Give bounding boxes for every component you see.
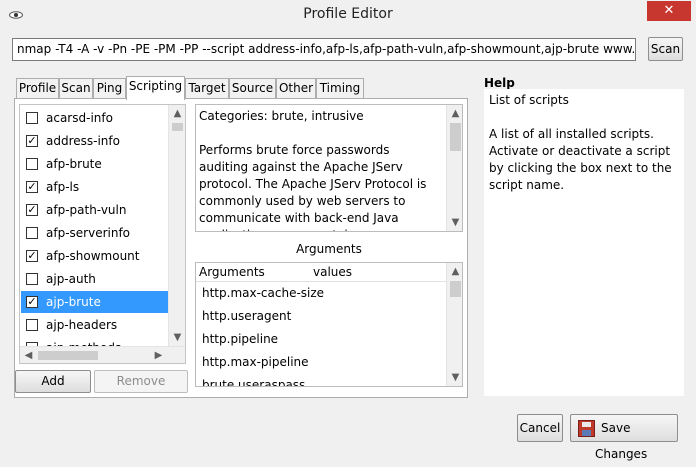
command-input[interactable]: nmap -T4 -A -v -Pn -PE -PM -PP --script … [12,38,636,61]
cancel-button[interactable]: Cancel [517,414,563,442]
script-categories: Categories: brute, intrusive [199,109,364,123]
help-panel: List of scripts A list of all installed … [484,89,684,396]
script-description[interactable]: Categories: brute, intrusive Performs br… [195,104,463,232]
tab-timing[interactable]: Timing [316,78,364,99]
scroll-up-icon[interactable]: ▲ [447,105,462,122]
scroll-up-icon[interactable]: ▲ [169,105,185,122]
scroll-down-icon[interactable]: ▼ [447,369,462,386]
script-description-text: Performs brute force passwords auditing … [199,143,427,231]
profile-editor-window: Profile Editor ✕ nmap -T4 -A -v -Pn -PE … [0,0,696,461]
script-checkbox[interactable]: ✓ [26,204,38,216]
tab-profile[interactable]: Profile [16,78,59,99]
script-name: afp-showmount [46,249,140,263]
column-header-arguments[interactable]: Arguments [199,265,265,279]
script-name: ajp-headers [46,318,118,332]
script-checkbox[interactable]: ✓ [26,181,38,193]
save-changes-label: Save Changes [595,421,648,461]
save-changes-button[interactable]: Save Changes [570,414,678,461]
script-item[interactable]: acarsd-info [21,107,168,129]
scroll-right-icon[interactable]: ▶ [150,347,167,363]
script-checkbox[interactable] [26,273,38,285]
arguments-table[interactable]: Arguments values http.max-cache-size htt… [195,262,463,387]
script-list-hscrollbar[interactable]: ◀ ▶ [20,346,185,363]
script-name: ajp-brute [46,295,101,309]
script-checkbox[interactable] [26,227,38,239]
script-checkbox[interactable]: ✓ [26,250,38,262]
script-checkbox[interactable] [26,158,38,170]
script-name: address-info [46,134,120,148]
script-list[interactable]: acarsd-info ✓ address-info afp-brute ✓ afp… [19,104,186,364]
script-name: afp-ls [46,180,80,194]
script-item[interactable]: ✓ address-info [21,130,168,152]
scroll-down-icon[interactable]: ▼ [447,214,462,231]
script-list-vscrollbar[interactable]: ▲ ▼ [168,105,185,347]
scroll-up-icon[interactable]: ▲ [447,263,462,280]
scroll-thumb[interactable] [172,123,183,131]
script-item[interactable]: ajp-auth [21,268,168,290]
argument-row[interactable]: http.max-cache-size [202,282,442,305]
remove-button[interactable]: Remove [94,370,188,393]
argument-row[interactable]: brute.useraspass [202,374,442,386]
script-name: ajp-auth [46,272,96,286]
arguments-title: Arguments [296,242,362,256]
script-name: afp-brute [46,157,102,171]
script-checkbox[interactable]: ✓ [26,296,38,308]
arguments-vscrollbar[interactable]: ▲ ▼ [446,263,462,386]
tab-scripting[interactable]: Scripting [126,76,185,100]
scroll-left-icon[interactable]: ◀ [20,347,37,363]
script-name: afp-path-vuln [46,203,127,217]
tab-source[interactable]: Source [229,78,276,99]
script-item[interactable]: afp-brute [21,153,168,175]
script-name: acarsd-info [46,111,113,125]
description-vscrollbar[interactable]: ▲ ▼ [446,105,462,231]
tab-scan[interactable]: Scan [59,78,93,99]
scroll-down-icon[interactable]: ▼ [169,329,185,346]
help-label: Help [484,76,515,90]
script-item-selected[interactable]: ✓ ajp-brute [21,291,168,313]
tab-ping[interactable]: Ping [93,78,126,99]
scan-button[interactable]: Scan [648,37,683,61]
scroll-thumb[interactable] [450,281,461,297]
close-button[interactable]: ✕ [647,1,691,21]
help-heading: List of scripts [489,93,569,107]
script-item[interactable]: afp-serverinfo [21,222,168,244]
column-header-values[interactable]: values [313,265,352,279]
argument-row[interactable]: http.useragent [202,305,442,328]
floppy-disk-icon [578,420,595,437]
script-item[interactable]: ✓ afp-showmount [21,245,168,267]
script-item[interactable]: ajp-headers [21,314,168,336]
script-item[interactable]: ✓ afp-ls [21,176,168,198]
title-bar: Profile Editor ✕ [0,0,696,30]
scroll-thumb[interactable] [450,123,461,151]
scroll-thumb[interactable] [38,351,98,360]
argument-row[interactable]: http.max-pipeline [202,351,442,374]
argument-row[interactable]: http.pipeline [202,328,442,351]
script-checkbox[interactable]: ✓ [26,135,38,147]
help-text: A list of all installed scripts. Activat… [489,127,672,192]
tab-other[interactable]: Other [276,78,316,99]
tab-target[interactable]: Target [185,78,229,99]
window-title: Profile Editor [303,6,393,22]
arguments-header: Arguments values [196,263,446,282]
script-checkbox[interactable] [26,112,38,124]
script-checkbox[interactable] [26,319,38,331]
script-name: afp-serverinfo [46,226,131,240]
add-button[interactable]: Add [15,370,91,393]
script-item[interactable]: ✓ afp-path-vuln [21,199,168,221]
